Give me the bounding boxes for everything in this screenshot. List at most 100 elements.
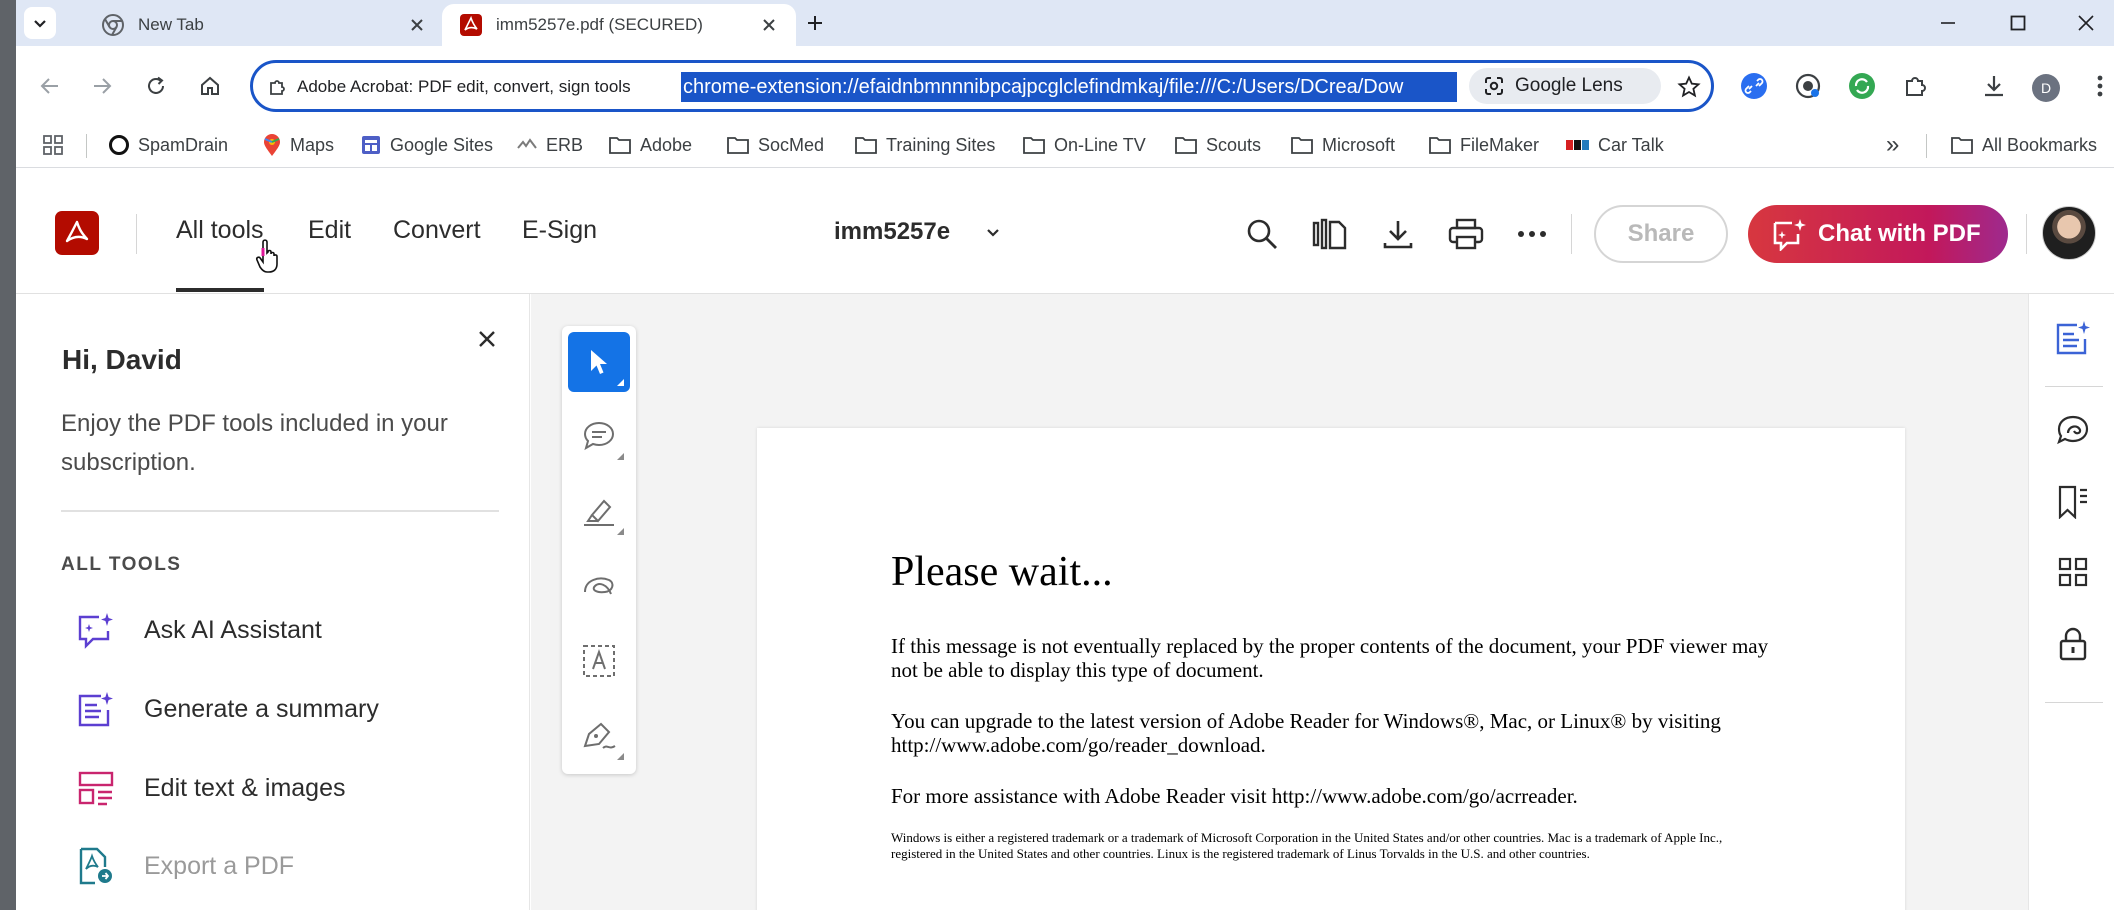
minimize-button[interactable] — [1928, 8, 1968, 38]
all-tools-panel: Hi, David Enjoy the PDF tools included i… — [16, 294, 530, 910]
forward-button[interactable] — [84, 68, 120, 104]
highlight-tool-button[interactable] — [568, 481, 630, 541]
kebab-menu-icon — [2097, 75, 2103, 97]
bookmark-folder-microsoft[interactable]: Microsoft — [1290, 130, 1395, 160]
document-name[interactable]: imm5257e — [834, 218, 950, 246]
summary-icon — [76, 689, 116, 729]
sign-tool-button[interactable] — [568, 706, 630, 766]
pdf-paragraph: If this message is not eventually replac… — [891, 634, 1769, 682]
comment-tool-button[interactable] — [568, 406, 630, 466]
bookmark-label: SpamDrain — [138, 134, 229, 155]
ai-summary-rail-button[interactable] — [2053, 318, 2093, 358]
quick-tools-toolbar — [562, 326, 636, 774]
tool-export-pdf[interactable]: Export a PDF — [76, 843, 294, 889]
freeform-draw-icon — [584, 577, 614, 595]
maximize-button[interactable] — [1998, 8, 2038, 38]
select-tool-button[interactable] — [568, 332, 630, 392]
chat-with-pdf-button[interactable]: Chat with PDF — [1748, 205, 2008, 263]
home-button[interactable] — [192, 68, 228, 104]
tool-generate-summary[interactable]: Generate a summary — [76, 686, 379, 732]
folder-icon — [855, 137, 877, 154]
browser-menu-button[interactable] — [2084, 70, 2114, 102]
bookmark-label: Scouts — [1206, 134, 1262, 155]
pages-icon — [1312, 218, 1347, 250]
nav-e-sign[interactable]: E-Sign — [522, 216, 597, 252]
chevron-down-icon[interactable] — [982, 222, 1004, 244]
page-thumbnails-button[interactable] — [1310, 214, 1350, 254]
close-icon[interactable] — [476, 328, 498, 350]
extension-link-button[interactable] — [1738, 70, 1770, 102]
right-rail — [2028, 294, 2114, 910]
bookmarks-overflow-button[interactable]: » — [1886, 130, 1899, 160]
bookmark-folder-on-line-tv[interactable]: On-Line TV — [1022, 130, 1146, 160]
new-tab-button[interactable] — [800, 8, 830, 38]
bookmark-folder-filemaker[interactable]: FileMaker — [1428, 130, 1539, 160]
nav-all-tools[interactable]: All tools — [176, 216, 264, 252]
bookmark-folder-adobe[interactable]: Adobe — [608, 130, 692, 160]
folder-icon — [1951, 137, 1973, 154]
bookmark-car-talk[interactable]: Car Talk — [1566, 130, 1664, 160]
apps-button[interactable] — [42, 130, 64, 160]
folder-icon — [1175, 137, 1197, 154]
comments-rail-button[interactable] — [2053, 410, 2093, 450]
draw-tool-button[interactable] — [568, 556, 630, 616]
google-lens-icon — [1485, 77, 1503, 95]
extension-sync-button[interactable] — [1846, 70, 1878, 102]
reload-button[interactable] — [138, 68, 174, 104]
address-bar[interactable]: Adobe Acrobat: PDF edit, convert, sign t… — [250, 60, 1714, 112]
tool-ask-ai-assistant[interactable]: Ask AI Assistant — [76, 607, 322, 653]
acrobat-logo[interactable] — [55, 211, 99, 255]
submenu-indicator — [617, 453, 624, 460]
all-bookmarks-label: All Bookmarks — [1982, 134, 2098, 155]
link-extension-icon — [1741, 73, 1767, 99]
active-nav-underline — [176, 288, 264, 292]
bookmark-label: Maps — [290, 134, 335, 155]
download-button[interactable] — [1378, 214, 1418, 254]
site-info-chip[interactable]: Adobe Acrobat: PDF edit, convert, sign t… — [267, 73, 631, 101]
share-button[interactable]: Share — [1594, 205, 1728, 263]
user-avatar[interactable] — [2042, 206, 2096, 260]
tool-edit-text-images[interactable]: Edit text & images — [76, 765, 345, 811]
bookmark-google-sites[interactable]: Google Sites — [360, 130, 493, 160]
sync-extension-icon — [1849, 73, 1875, 99]
tab-search-button[interactable] — [24, 7, 56, 39]
folder-icon — [1291, 137, 1313, 154]
close-icon[interactable] — [760, 16, 778, 34]
hand-pointer-cursor-icon — [256, 239, 278, 273]
organize-pages-rail-button[interactable] — [2053, 552, 2093, 592]
add-text-tool-button[interactable] — [568, 631, 630, 691]
bookmark-list-icon — [2058, 485, 2087, 519]
back-button[interactable] — [32, 68, 68, 104]
nav-edit[interactable]: Edit — [308, 216, 351, 252]
security-rail-button[interactable] — [2053, 624, 2093, 664]
submenu-indicator — [617, 753, 624, 760]
bookmark-label: Adobe — [640, 134, 693, 155]
close-window-button[interactable] — [2066, 8, 2106, 38]
url-text[interactable]: chrome-extension://efaidnbmnnnibpcajpcgl… — [681, 72, 1457, 102]
bookmarks-rail-button[interactable] — [2053, 482, 2093, 522]
all-bookmarks-button[interactable]: All Bookmarks — [1950, 130, 2097, 160]
bookmark-spamdrain[interactable]: SpamDrain — [108, 130, 228, 160]
bookmark-maps[interactable]: Maps — [262, 130, 334, 160]
extensions-button[interactable] — [1900, 70, 1932, 102]
bookmark-star-button[interactable] — [1673, 71, 1705, 103]
chrome-icon — [102, 14, 124, 36]
bookmark-folder-scouts[interactable]: Scouts — [1174, 130, 1261, 160]
bookmark-folder-training-sites[interactable]: Training Sites — [854, 130, 995, 160]
google-lens-button[interactable]: Google Lens — [1469, 68, 1661, 104]
print-button[interactable] — [1446, 214, 1486, 254]
bookmark-erb[interactable]: ERB — [516, 130, 583, 160]
close-icon[interactable] — [408, 16, 426, 34]
site-chip-label: Adobe Acrobat: PDF edit, convert, sign t… — [297, 77, 631, 96]
tab-new-tab[interactable]: New Tab — [86, 4, 444, 46]
tab-active-pdf[interactable]: imm5257e.pdf (SECURED) — [442, 4, 796, 46]
document-canvas: Please wait... If this message is not ev… — [531, 294, 2028, 910]
bookmark-folder-socmed[interactable]: SocMed — [726, 130, 824, 160]
nav-convert[interactable]: Convert — [393, 216, 481, 252]
extension-password-button[interactable] — [1792, 70, 1824, 102]
search-button[interactable] — [1242, 214, 1282, 254]
profile-avatar[interactable]: D — [2032, 74, 2060, 102]
tab-title: imm5257e.pdf (SECURED) — [496, 15, 703, 34]
more-options-button[interactable] — [1512, 214, 1552, 254]
downloads-button[interactable] — [1978, 70, 2010, 102]
